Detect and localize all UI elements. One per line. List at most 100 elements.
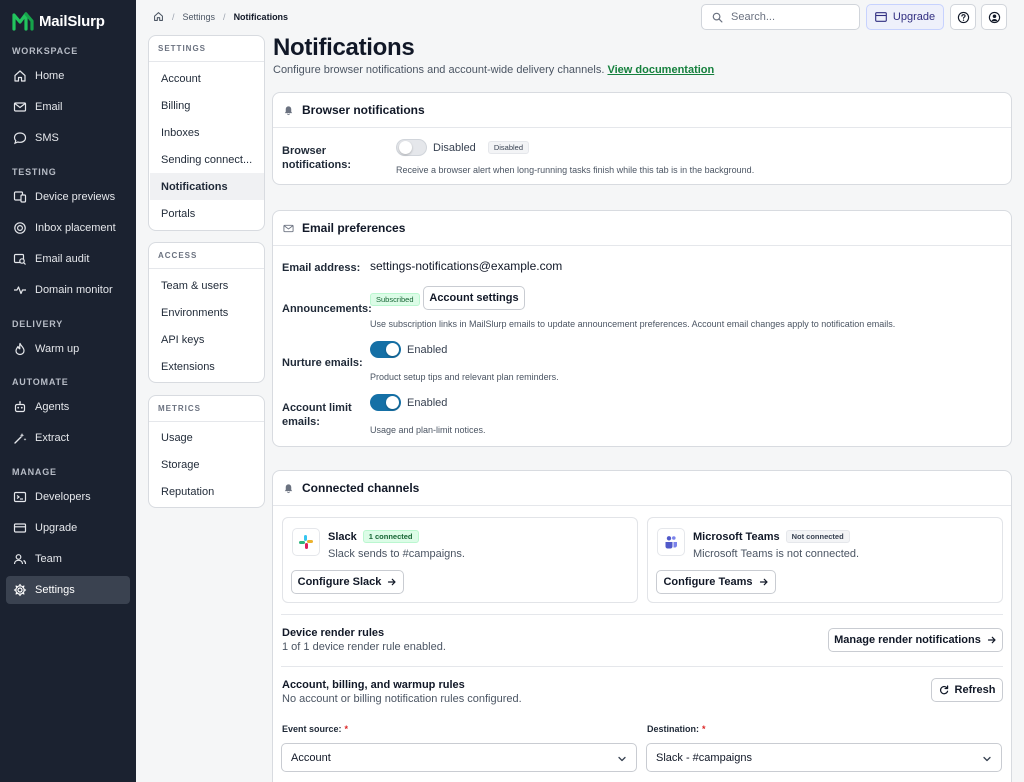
mailslurp-logo-icon — [12, 12, 34, 31]
terminal-icon — [13, 491, 27, 502]
card-header: Email preferences — [273, 211, 1011, 246]
app-logo[interactable]: MailSlurp — [12, 10, 105, 32]
divider — [149, 421, 264, 422]
sidebar-item-device-previews[interactable]: Device previews — [6, 183, 130, 210]
account-rules-title: Account, billing, and warmup rules — [282, 679, 465, 691]
search-input[interactable]: Search... — [701, 4, 860, 30]
teams-logo — [657, 528, 685, 556]
slack-channel-desc: Slack sends to #campaigns. — [328, 548, 465, 560]
settings-nav-extensions[interactable]: Extensions — [150, 353, 264, 380]
nurture-emails-toggle[interactable] — [370, 341, 401, 358]
card-header: Browser notifications — [273, 93, 1011, 128]
account-limit-emails-toggle[interactable] — [370, 394, 401, 411]
refresh-button[interactable]: Refresh — [931, 678, 1003, 702]
label-line: Browser — [282, 145, 327, 157]
breadcrumb-settings[interactable]: Settings — [183, 12, 216, 22]
nav-section-automate: AUTOMATE — [12, 377, 69, 387]
page-subtitle: Configure browser notifications and acco… — [273, 64, 714, 76]
sidebar-item-email[interactable]: Email — [6, 93, 130, 120]
email-address-value: settings-notifications@example.com — [370, 259, 563, 273]
event-source-select[interactable]: Account — [281, 743, 637, 772]
sidebar-item-label: Email — [35, 100, 63, 113]
robot-icon — [14, 400, 26, 412]
settings-nav-storage[interactable]: Storage — [150, 451, 264, 478]
divider — [149, 61, 264, 62]
nav-section-delivery: DELIVERY — [12, 319, 64, 329]
sidebar-item-agents[interactable]: Agents — [6, 393, 130, 420]
help-icon — [957, 11, 969, 23]
required-mark: * — [344, 724, 349, 734]
settings-nav-sending-connections[interactable]: Sending connect... — [150, 146, 264, 173]
breadcrumb: / Settings / Notifications — [153, 11, 288, 22]
sidebar-item-label: Settings — [35, 584, 75, 596]
limit-toggle-text: Enabled — [407, 396, 448, 409]
device-icon — [13, 190, 27, 203]
destination-select[interactable]: Slack - #campaigns — [646, 743, 1002, 772]
browser-notifications-card: Browser notifications Browser notificati… — [272, 92, 1012, 185]
upgrade-button[interactable]: Upgrade — [866, 4, 944, 30]
sidebar-item-developers[interactable]: Developers — [6, 483, 130, 510]
nurture-emails-help: Product setup tips and relevant plan rem… — [370, 372, 559, 382]
label-text: Destination: — [647, 724, 700, 734]
settings-nav-notifications[interactable]: Notifications — [150, 173, 264, 200]
sidebar-item-upgrade[interactable]: Upgrade — [6, 514, 130, 541]
toggle-knob — [386, 343, 399, 356]
sidebar-item-email-audit[interactable]: Email audit — [6, 245, 130, 272]
teams-status-badge: Not connected — [785, 530, 850, 543]
chevron-down-icon — [618, 756, 626, 762]
account-button[interactable] — [981, 4, 1007, 30]
announcements-help: Use subscription links in MailSlurp emai… — [370, 319, 896, 329]
account-settings-button[interactable]: Account settings — [423, 286, 525, 310]
teams-channel-name: Microsoft Teams Not connected — [693, 530, 850, 543]
card-icon — [13, 522, 27, 533]
sidebar-item-warm-up[interactable]: Warm up — [6, 335, 130, 362]
page-title: Notifications — [273, 34, 415, 61]
sidebar-item-extract[interactable]: Extract — [6, 424, 130, 451]
help-button[interactable] — [950, 4, 976, 30]
email-preferences-card: Email preferences Email address: setting… — [272, 210, 1012, 447]
settings-nav-api-keys[interactable]: API keys — [150, 326, 264, 353]
browser-notifications-toggle[interactable] — [396, 139, 427, 156]
connected-channels-card: Connected channels Slack 1 connected Sla… — [272, 470, 1012, 782]
configure-slack-button[interactable]: Configure Slack — [291, 570, 404, 594]
sidebar-item-inbox-placement[interactable]: Inbox placement — [6, 214, 130, 241]
home-icon[interactable] — [153, 11, 164, 22]
settings-nav-group: ACCESS Team & users Environments API key… — [148, 242, 265, 383]
settings-nav-billing[interactable]: Billing — [150, 92, 264, 119]
page-subtitle-text: Configure browser notifications and acco… — [273, 64, 605, 76]
sidebar-item-label: Agents — [35, 400, 70, 413]
view-documentation-link[interactable]: View documentation — [607, 64, 714, 76]
sidebar-item-settings[interactable]: Settings — [6, 576, 130, 604]
app-name: MailSlurp — [39, 12, 105, 30]
configure-teams-button[interactable]: Configure Teams — [656, 570, 776, 594]
search-placeholder: Search... — [731, 11, 776, 23]
nurture-toggle-text: Enabled — [407, 343, 448, 356]
label-line: Account limit — [282, 402, 352, 414]
status-badge: Disabled — [487, 141, 529, 154]
search-icon — [712, 12, 723, 22]
settings-nav-title: ACCESS — [158, 251, 198, 260]
settings-nav-inboxes[interactable]: Inboxes — [150, 119, 264, 146]
sidebar-item-team[interactable]: Team — [6, 545, 130, 572]
home-icon — [14, 69, 26, 82]
browser-notifications-help: Receive a browser alert when long-runnin… — [396, 165, 755, 175]
nurture-toggle-row: Enabled — [370, 341, 447, 358]
settings-nav-usage[interactable]: Usage — [150, 424, 264, 451]
label-text: Event source: — [282, 724, 342, 734]
settings-nav-reputation[interactable]: Reputation — [150, 478, 264, 505]
button-label: Manage render notifications — [834, 634, 981, 646]
nurture-emails-label: Nurture emails: — [282, 357, 363, 369]
manage-render-notifications-button[interactable]: Manage render notifications — [828, 628, 1003, 652]
settings-nav-account[interactable]: Account — [150, 65, 264, 92]
sidebar-item-sms[interactable]: SMS — [6, 124, 130, 151]
settings-nav-team-users[interactable]: Team & users — [150, 272, 264, 299]
sidebar-item-label: SMS — [35, 131, 59, 144]
settings-nav-portals[interactable]: Portals — [150, 200, 264, 227]
settings-nav-environments[interactable]: Environments — [150, 299, 264, 326]
sidebar-item-home[interactable]: Home — [6, 62, 130, 89]
slack-channel-name: Slack 1 connected — [328, 530, 419, 543]
card-title: Connected channels — [302, 481, 420, 495]
breadcrumb-separator: / — [172, 11, 175, 22]
sidebar-item-domain-monitor[interactable]: Domain monitor — [6, 276, 130, 303]
event-source-label: Event source: * — [282, 722, 348, 736]
